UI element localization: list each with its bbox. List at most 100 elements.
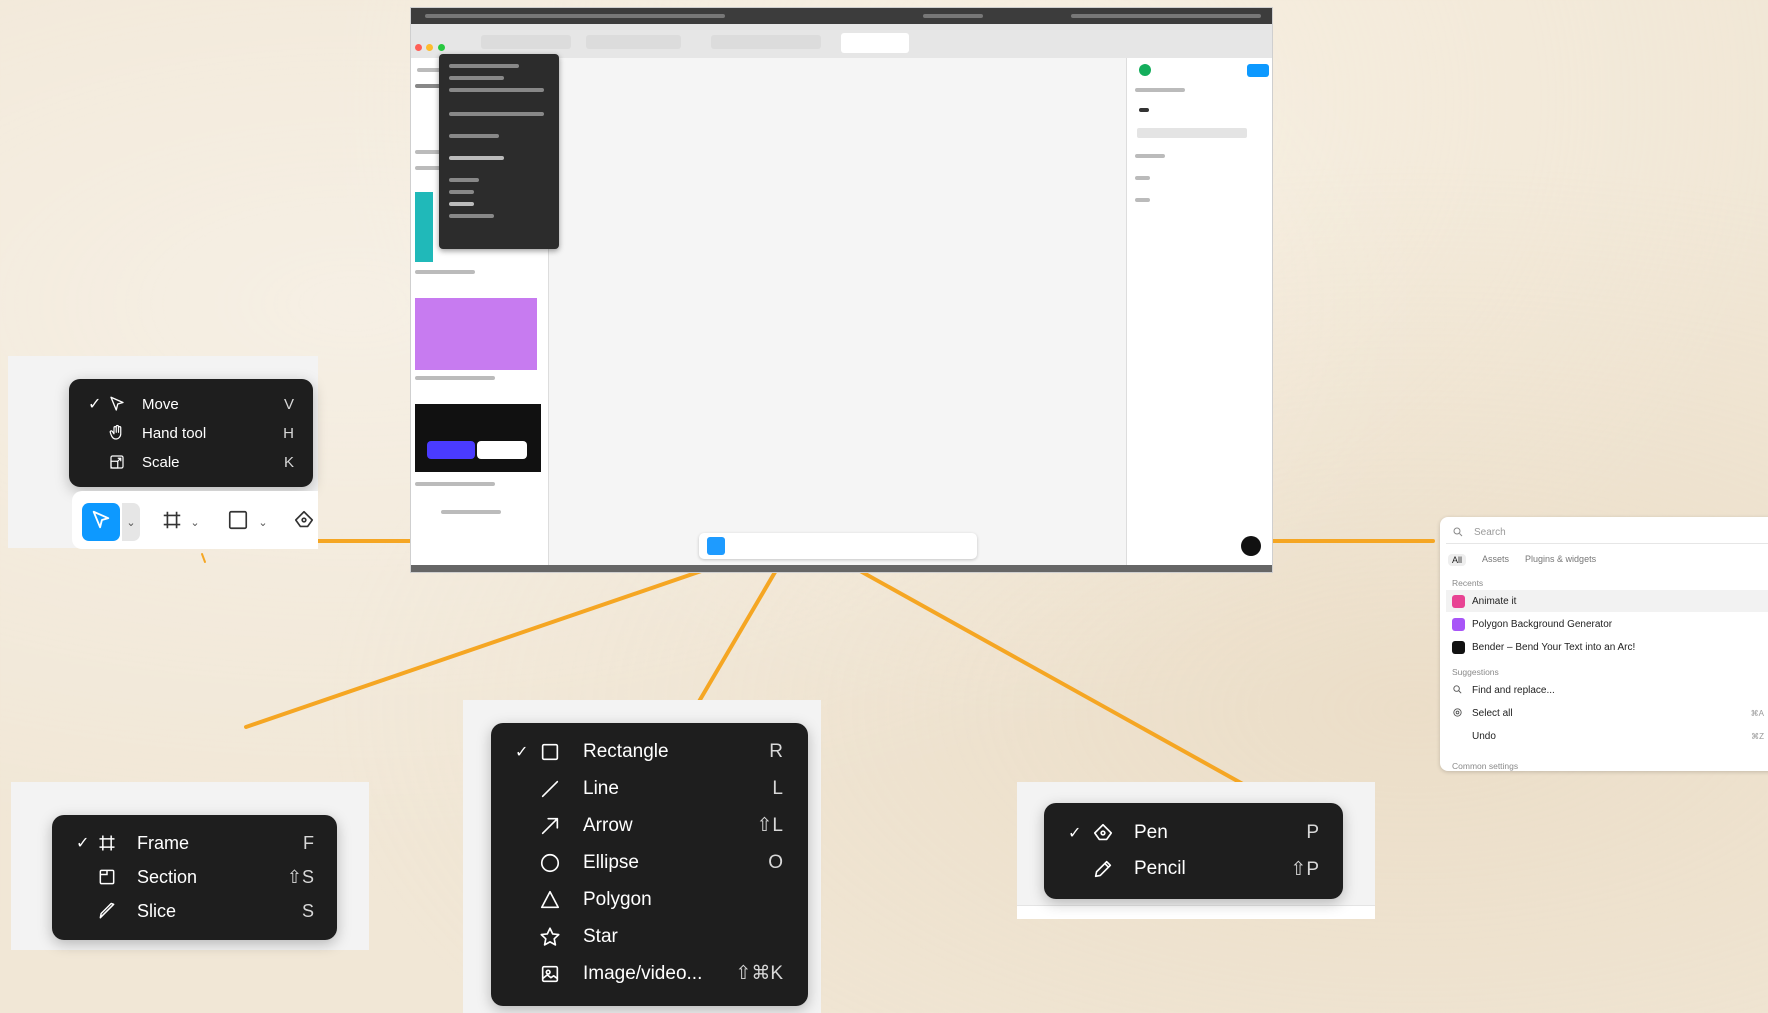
traffic-lights: [415, 38, 445, 56]
frame-tool-dropdown[interactable]: ⌄: [188, 513, 202, 531]
pen-icon: [1091, 821, 1115, 845]
suggestion-item[interactable]: Undo ⌘Z: [1446, 725, 1768, 747]
menu-item-label: Frame: [137, 832, 190, 853]
menu-item-pen[interactable]: ✓ Pen P: [1044, 815, 1343, 851]
menu-item-shortcut: H: [283, 424, 294, 442]
target-icon: [1452, 707, 1463, 721]
pencil-icon: [1091, 857, 1115, 881]
filter-tabs[interactable]: All Assets Plugins & widgets: [1448, 554, 1596, 566]
file-tab[interactable]: [586, 35, 681, 49]
frame-tools-menu[interactable]: ✓ Frame F Section ⇧S Slice S: [52, 815, 337, 940]
menu-item-label: Hand tool: [142, 424, 207, 442]
menu-item-frame[interactable]: ✓ Frame F: [52, 826, 337, 860]
search-icon: [1452, 526, 1464, 541]
menu-item-arrow[interactable]: Arrow ⇧L: [491, 807, 808, 844]
menu-item-shortcut: ⇧S: [286, 866, 314, 887]
section-icon: [96, 866, 118, 888]
menu-item-slice[interactable]: Slice S: [52, 894, 337, 928]
suggestion-item[interactable]: Find and replace...: [1446, 679, 1768, 701]
menu-item-label: Image/video...: [583, 962, 703, 984]
template-thumbnail[interactable]: [415, 298, 537, 370]
menu-item-image-video[interactable]: Image/video... ⇧⌘K: [491, 955, 808, 992]
menu-item-shortcut: L: [772, 777, 783, 799]
recent-item[interactable]: Animate it: [1446, 590, 1768, 612]
properties-panel[interactable]: [1126, 58, 1272, 572]
image-icon: [538, 962, 562, 986]
suggestion-item-label: Undo: [1472, 730, 1496, 742]
shape-tools-menu[interactable]: ✓ Rectangle R Line L Arrow ⇧L Ellipse O …: [491, 723, 808, 1006]
canvas-strip: [1017, 905, 1375, 919]
frame-tool-button[interactable]: [158, 508, 186, 536]
connector-pen: [824, 550, 1252, 790]
tab-plugins-widgets[interactable]: Plugins & widgets: [1525, 554, 1596, 566]
suggestion-item-label: Find and replace...: [1472, 684, 1555, 696]
recent-item[interactable]: Bender – Bend Your Text into an Arc!: [1446, 636, 1768, 658]
recent-item-label: Animate it: [1472, 595, 1517, 607]
menu-item-shortcut: P: [1306, 822, 1319, 843]
suggestion-item[interactable]: Select all ⌘A: [1446, 702, 1768, 724]
menu-item-rectangle[interactable]: ✓ Rectangle R: [491, 733, 808, 770]
menu-item-section[interactable]: Section ⇧S: [52, 860, 337, 894]
tab-assets[interactable]: Assets: [1482, 554, 1509, 566]
tools-toolbar[interactable]: ⌄ ⌄ ⌄: [72, 491, 318, 549]
avatar: [1241, 536, 1261, 556]
recent-item[interactable]: Polygon Background Generator: [1446, 613, 1768, 635]
menu-item-label: Star: [583, 925, 618, 947]
move-tools-menu[interactable]: ✓ Move V Hand tool H Scale K: [69, 379, 313, 487]
menu-item-shortcut: V: [283, 395, 294, 413]
move-cursor-icon: [107, 394, 127, 414]
menu-item-label: Section: [137, 866, 198, 887]
section-label-suggestions: Suggestions: [1452, 667, 1499, 677]
arrow-icon: [538, 814, 562, 838]
menu-item-shortcut: R: [769, 740, 783, 762]
tab-all[interactable]: All: [1448, 554, 1467, 566]
bottom-toolbar-thumbnail[interactable]: [699, 533, 977, 559]
menu-item-label: Line: [583, 777, 619, 799]
design-canvas[interactable]: [549, 58, 1137, 572]
move-tool-button[interactable]: [82, 503, 120, 541]
pen-tool-button[interactable]: [290, 508, 318, 536]
pen-tools-menu[interactable]: ✓ Pen P Pencil ⇧P: [1044, 803, 1343, 899]
section-label-common-settings: Common settings: [1452, 761, 1519, 771]
menu-item-line[interactable]: Line L: [491, 770, 808, 807]
plugin-icon: [1452, 594, 1465, 608]
plugin-icon: [1452, 640, 1465, 654]
menu-item-move[interactable]: ✓ Move V: [69, 390, 313, 418]
rectangle-icon: [538, 740, 562, 764]
menu-item-shortcut: ⇧L: [756, 815, 784, 836]
menu-item-pencil[interactable]: Pencil ⇧P: [1044, 851, 1343, 887]
rectangle-icon: [227, 509, 249, 536]
file-tab[interactable]: [481, 35, 571, 49]
menu-item-shortcut: F: [303, 832, 314, 853]
check-icon: ✓: [515, 743, 529, 761]
share-button[interactable]: [1247, 64, 1269, 77]
shape-tool-dropdown[interactable]: ⌄: [256, 513, 270, 531]
suggestion-item-shortcut: ⌘Z: [1751, 731, 1764, 741]
file-tab[interactable]: [711, 35, 821, 49]
figma-screenshot-thumbnail: [411, 8, 1272, 572]
chevron-down-icon: ⌄: [190, 516, 200, 529]
move-tool-dropdown[interactable]: ⌄: [122, 503, 140, 541]
shape-tool-button[interactable]: [224, 508, 252, 536]
search-input[interactable]: Search: [1446, 523, 1768, 544]
file-tab-active[interactable]: [841, 33, 909, 53]
chevron-down-icon: ⌄: [258, 516, 268, 529]
menu-item-star[interactable]: Star: [491, 918, 808, 955]
ellipse-icon: [538, 851, 562, 875]
quick-actions-panel[interactable]: Search All Assets Plugins & widgets Rece…: [1440, 517, 1768, 771]
menu-item-polygon[interactable]: Polygon: [491, 881, 808, 918]
check-icon: ✓: [76, 835, 90, 852]
template-thumbnail[interactable]: [415, 404, 541, 472]
mac-menu-bar: [411, 8, 1272, 24]
recent-item-label: Polygon Background Generator: [1472, 618, 1613, 630]
plugin-icon: [1452, 617, 1465, 631]
menu-item-label: Rectangle: [583, 740, 669, 762]
line-icon: [538, 777, 562, 801]
menu-item-scale[interactable]: Scale K: [69, 448, 313, 476]
scrollbar[interactable]: [411, 565, 1272, 572]
menu-item-label: Arrow: [583, 814, 633, 836]
menu-item-hand-tool[interactable]: Hand tool H: [69, 419, 313, 447]
frame-icon: [96, 832, 118, 854]
template-thumbnail[interactable]: [415, 192, 433, 262]
menu-item-ellipse[interactable]: Ellipse O: [491, 844, 808, 881]
